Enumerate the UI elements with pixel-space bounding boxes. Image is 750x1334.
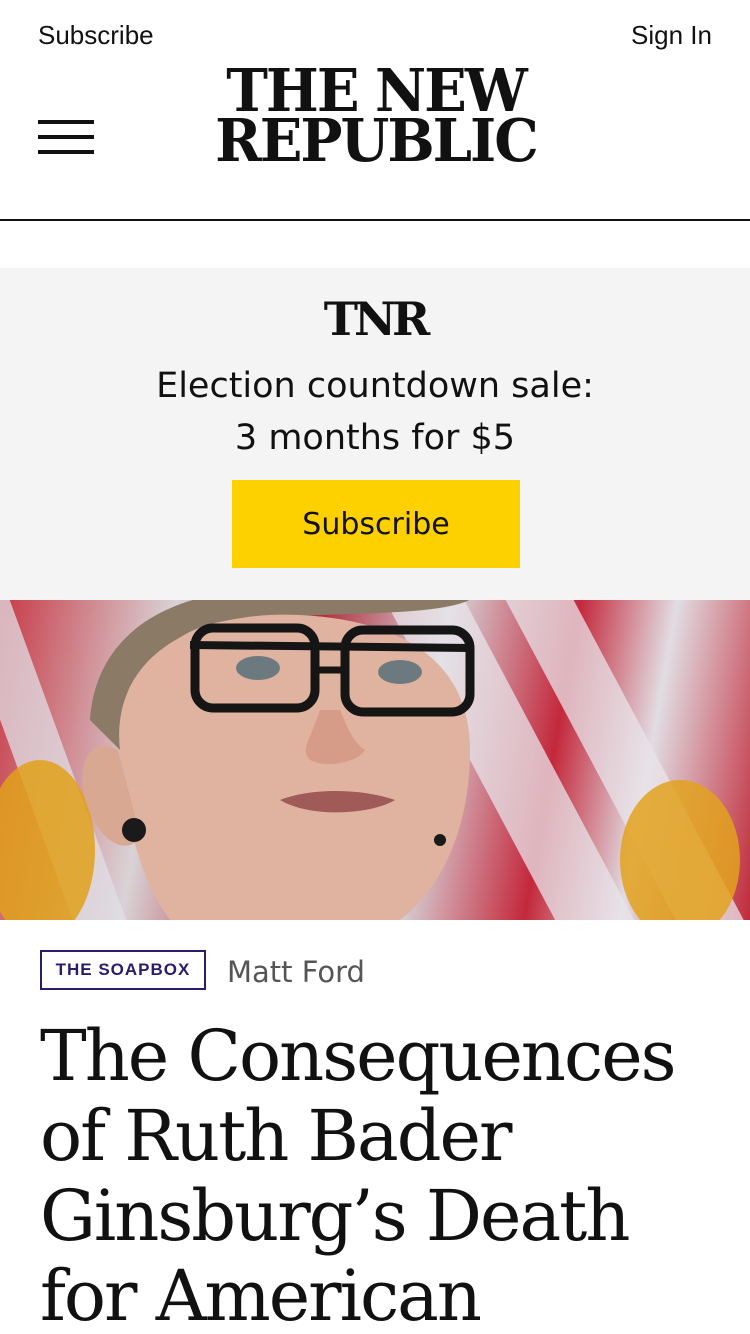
promo-text: Election countdown sale: 3 months for $5	[0, 360, 750, 464]
hero-illustration	[0, 600, 750, 920]
section-tag[interactable]: THE SOAPBOX	[40, 950, 206, 990]
header-divider	[0, 219, 750, 221]
site-logo[interactable]: THE NEW REPUBLIC	[186, 62, 566, 176]
menu-icon-bar	[38, 120, 94, 124]
logo-line-2: REPUBLIC	[215, 106, 539, 176]
sign-in-link[interactable]: Sign In	[631, 20, 712, 51]
site-header: Subscribe Sign In THE NEW REPUBLIC	[0, 0, 750, 222]
hero-image[interactable]	[0, 600, 750, 920]
menu-icon-bar	[38, 135, 94, 139]
subscribe-link[interactable]: Subscribe	[38, 20, 154, 51]
page: Subscribe Sign In THE NEW REPUBLIC TNR E…	[0, 0, 750, 1334]
promo-subscribe-button[interactable]: Subscribe	[232, 480, 520, 568]
article-headline: The Consequences of Ruth Bader Ginsburg’…	[40, 1015, 677, 1334]
promo-logo: TNR	[323, 292, 431, 346]
menu-icon[interactable]	[38, 120, 94, 156]
menu-icon-bar	[38, 150, 94, 154]
promo-line-2: 3 months for $5	[234, 418, 516, 458]
promo-line-1: Election countdown sale:	[156, 366, 594, 406]
promo-banner: TNR Election countdown sale: 3 months fo…	[0, 268, 750, 600]
author-link[interactable]: Matt Ford	[227, 952, 365, 992]
